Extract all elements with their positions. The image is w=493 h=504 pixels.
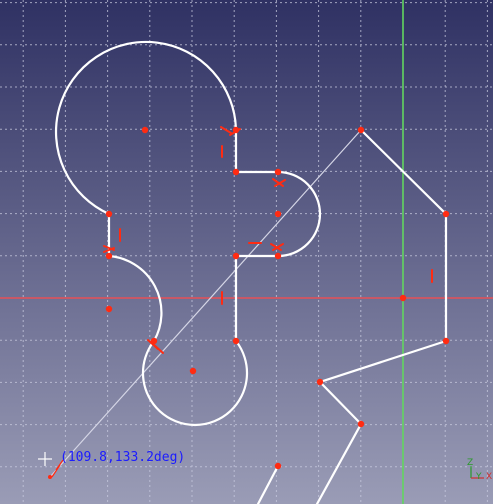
vertex-point[interactable] xyxy=(274,462,282,470)
arc-center-point[interactable] xyxy=(141,126,149,134)
x-axis-label: X xyxy=(486,472,492,482)
origin-point[interactable] xyxy=(399,294,407,302)
viewport-background xyxy=(0,0,493,504)
vertex-point[interactable] xyxy=(274,168,282,176)
y-axis-label: Y xyxy=(475,472,482,482)
construction-start-point[interactable] xyxy=(48,475,52,479)
vertex-point[interactable] xyxy=(232,337,240,345)
vertex-point[interactable] xyxy=(232,252,240,260)
vertex-point[interactable] xyxy=(232,126,240,134)
arc-center-point[interactable] xyxy=(105,305,113,313)
vertex-point[interactable] xyxy=(442,210,450,218)
sketch-3d-viewport[interactable]: Z Y X (109.8,133.2deg) xyxy=(0,0,493,504)
sketch-canvas[interactable]: Z Y X xyxy=(0,0,493,504)
arc-center-point[interactable] xyxy=(189,367,197,375)
arc-center-point[interactable] xyxy=(274,210,282,218)
vertex-point[interactable] xyxy=(105,210,113,218)
vertex-point[interactable] xyxy=(442,337,450,345)
vertex-point[interactable] xyxy=(357,420,365,428)
vertex-point[interactable] xyxy=(357,126,365,134)
vertex-point[interactable] xyxy=(274,252,282,260)
z-axis-label: Z xyxy=(467,458,473,468)
cursor-coordinate-readout: (109.8,133.2deg) xyxy=(60,450,186,465)
vertex-point[interactable] xyxy=(150,337,158,345)
vertex-point[interactable] xyxy=(105,252,113,260)
vertex-point[interactable] xyxy=(232,168,240,176)
vertex-point[interactable] xyxy=(316,378,324,386)
